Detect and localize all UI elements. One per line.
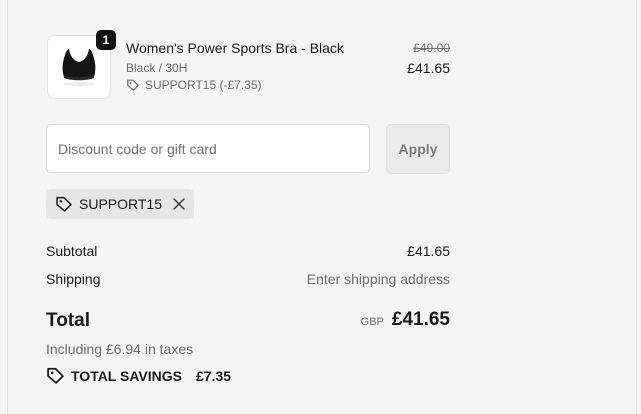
price-current: £41.65: [407, 60, 450, 76]
quantity-badge: 1: [96, 30, 116, 50]
product-variant: Black / 30H: [126, 61, 188, 75]
product-discount: SUPPORT15 (-£7.35): [126, 78, 262, 92]
tag-icon: [46, 366, 65, 385]
savings-value: £7.35: [195, 367, 232, 384]
total-amount-group: GBP £41.65: [361, 309, 450, 331]
subtotal-label: Subtotal: [46, 243, 98, 259]
tag-icon: [126, 78, 140, 92]
discount-code-input[interactable]: [46, 124, 370, 173]
price-original: £49.00: [413, 41, 450, 55]
applied-code-label: SUPPORT15: [79, 196, 162, 212]
product-discount-label: SUPPORT15 (-£7.35): [145, 78, 262, 92]
remove-discount-button[interactable]: [172, 197, 186, 211]
tag-icon: [55, 195, 73, 213]
product-title: Women's Power Sports Bra - Black: [126, 40, 344, 56]
shipping-value: Enter shipping address: [306, 271, 450, 287]
currency-code: GBP: [360, 316, 384, 328]
sports-bra-image: [62, 49, 96, 86]
total-value: £41.65: [391, 309, 450, 330]
savings-label: TOTAL SAVINGS: [71, 367, 182, 384]
close-icon: [173, 198, 185, 210]
total-savings: TOTAL SAVINGS £7.35: [46, 366, 231, 385]
total-label: Total: [46, 310, 90, 331]
subtotal-value: £41.65: [407, 243, 450, 259]
panel-divider: [636, 0, 637, 414]
applied-discount-chip: SUPPORT15: [46, 189, 194, 219]
taxes-note: Including £6.94 in taxes: [46, 341, 194, 357]
shipping-label: Shipping: [46, 271, 101, 287]
apply-button[interactable]: Apply: [386, 124, 450, 174]
